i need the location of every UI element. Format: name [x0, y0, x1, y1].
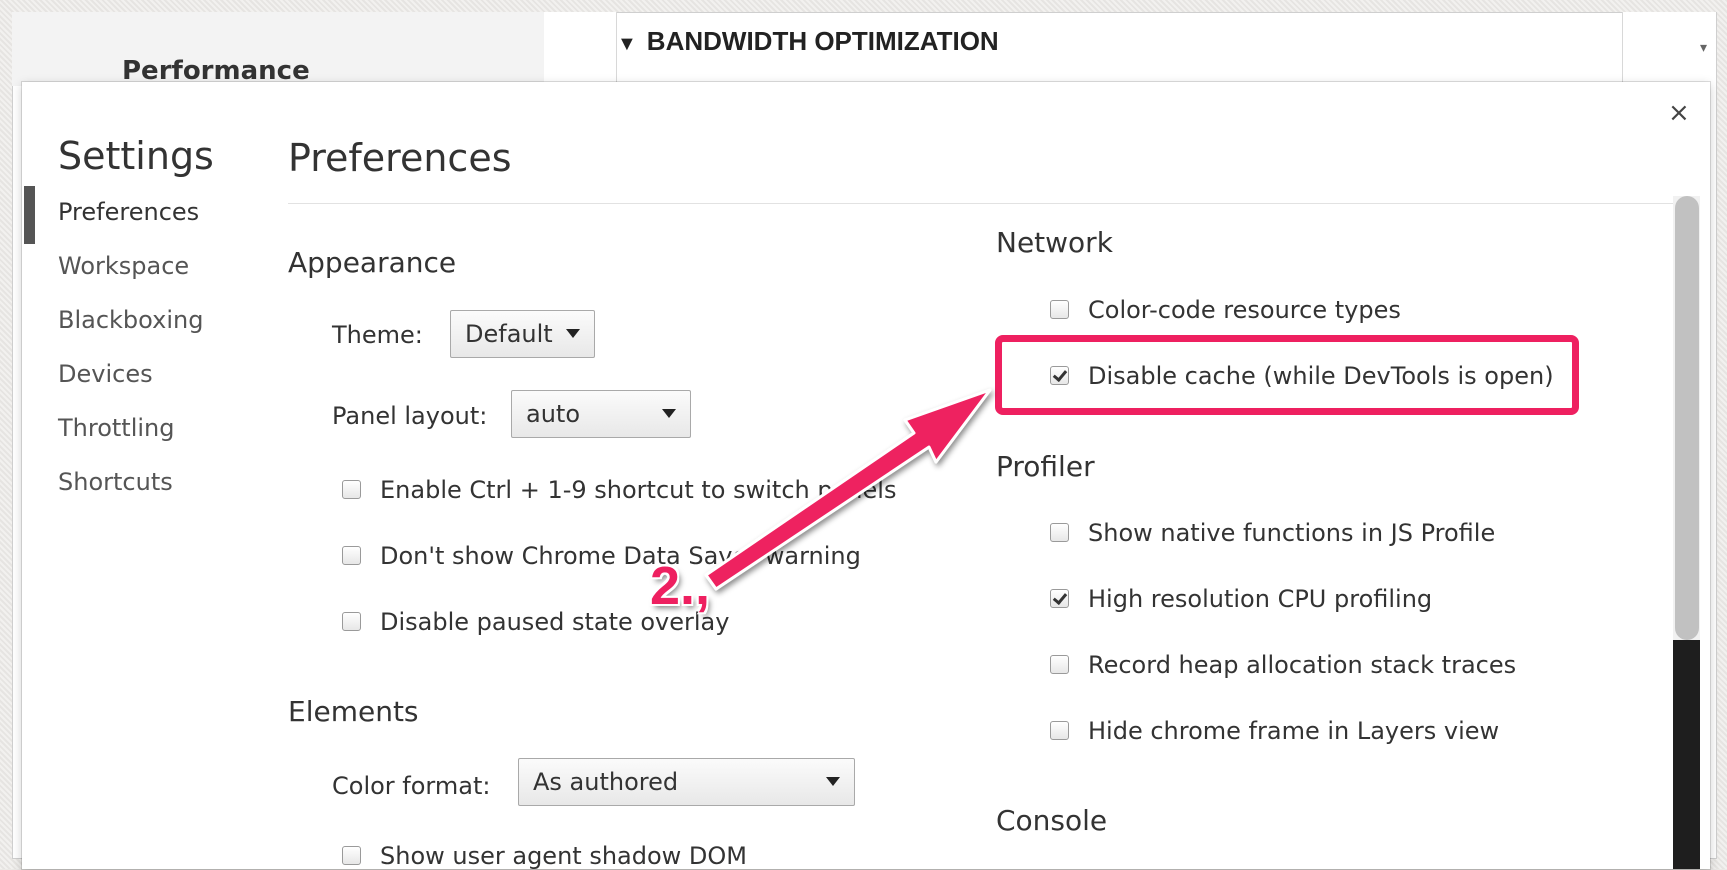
title-divider [288, 203, 1678, 204]
checkbox[interactable] [342, 546, 361, 565]
background-sidebar: Performance [12, 12, 545, 86]
elements-heading: Elements [288, 695, 419, 728]
panel-layout-label: Panel layout: [332, 402, 488, 430]
panel-layout-select[interactable]: auto [511, 390, 691, 438]
checkbox-label: Record heap allocation stack traces [1088, 651, 1517, 679]
checkbox-label: High resolution CPU profiling [1088, 585, 1433, 613]
color-format-label: Color format: [332, 772, 491, 800]
checkbox[interactable] [342, 480, 361, 499]
checkbox[interactable] [1050, 523, 1069, 542]
checkbox[interactable] [1050, 300, 1069, 319]
panel-layout-select-value: auto [526, 400, 581, 428]
checkbox[interactable] [342, 846, 361, 865]
theme-select-value: Default [465, 320, 553, 348]
nav-item-workspace[interactable]: Workspace [58, 252, 189, 280]
step-label: 2., [650, 556, 711, 616]
scrollbar-lower-region [1673, 640, 1700, 869]
dropdown-arrow-icon[interactable]: ▾ [1700, 40, 1707, 56]
settings-title: Settings [58, 134, 214, 178]
checkbox[interactable] [1050, 721, 1069, 740]
theme-select[interactable]: Default [450, 310, 595, 358]
checkbox-checked[interactable] [1050, 589, 1069, 608]
checkbox-label: Enable Ctrl + 1-9 shortcut to switch pan… [380, 476, 897, 504]
chevron-down-icon [826, 777, 840, 786]
checkbox-label: Hide chrome frame in Layers view [1088, 717, 1500, 745]
page-title: Preferences [288, 136, 512, 180]
checkbox-label: Show native functions in JS Profile [1088, 519, 1496, 547]
color-format-select-value: As authored [533, 768, 679, 796]
nav-item-throttling[interactable]: Throttling [58, 414, 175, 442]
theme-label: Theme: [332, 321, 423, 349]
checkbox-label: Show user agent shadow DOM [380, 842, 747, 870]
checkbox[interactable] [342, 612, 361, 631]
network-heading: Network [996, 226, 1113, 259]
bandwidth-header-label: BANDWIDTH OPTIMIZATION [646, 26, 999, 56]
checkbox-label: Don't show Chrome Data Saver warning [380, 542, 861, 570]
nav-item-devices[interactable]: Devices [58, 360, 153, 388]
console-heading: Console [996, 804, 1108, 837]
chevron-down-icon [566, 329, 580, 338]
chevron-down-icon [662, 409, 676, 418]
checkbox[interactable] [1050, 655, 1069, 674]
profiler-heading: Profiler [996, 450, 1095, 483]
nav-active-indicator [24, 186, 35, 244]
highlight-box [995, 335, 1579, 415]
nav-item-preferences[interactable]: Preferences [58, 198, 199, 226]
close-button[interactable]: × [1668, 98, 1690, 128]
scrollbar-thumb[interactable] [1675, 196, 1699, 640]
color-format-select[interactable]: As authored [518, 758, 855, 806]
bandwidth-optimization-header[interactable]: ▼ BANDWIDTH OPTIMIZATION [617, 26, 999, 57]
triangle-down-icon: ▼ [617, 33, 637, 55]
checkbox-label: Color-code resource types [1088, 296, 1401, 324]
nav-item-shortcuts[interactable]: Shortcuts [58, 468, 173, 496]
appearance-heading: Appearance [288, 246, 457, 279]
background-column-divider [544, 12, 617, 82]
nav-item-blackboxing[interactable]: Blackboxing [58, 306, 203, 334]
